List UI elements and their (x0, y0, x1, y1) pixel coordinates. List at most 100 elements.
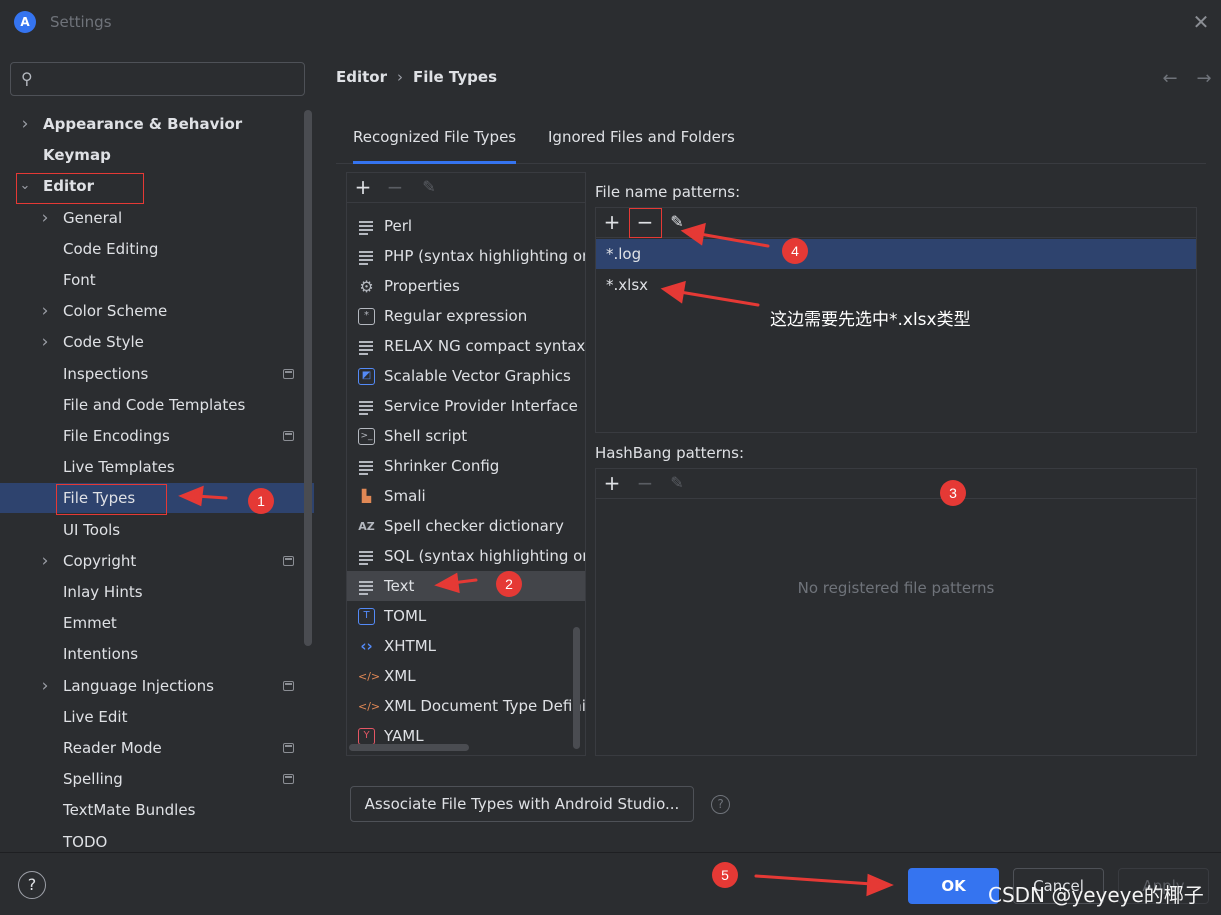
sidebar-item-spelling[interactable]: Spelling (0, 764, 314, 794)
file-type-row[interactable]: * Regular expression (347, 301, 585, 331)
add-pattern-button[interactable]: + (600, 210, 624, 234)
sidebar-item-label: Keymap (43, 146, 111, 165)
breadcrumb-parent[interactable]: Editor (336, 68, 387, 86)
remove-file-type-button[interactable]: − (383, 175, 407, 199)
annotation-badge-1: 1 (248, 488, 274, 514)
file-type-label: XML Document Type Definition (384, 697, 585, 715)
sidebar-item-inspections[interactable]: Inspections (0, 359, 314, 389)
chevron-right-icon[interactable]: › (38, 546, 52, 576)
sidebar-item-label: File and Code Templates (63, 395, 246, 414)
sidebar-item-emmet[interactable]: Emmet (0, 608, 314, 638)
sidebar-item-live-templates[interactable]: Live Templates (0, 452, 314, 482)
edit-pattern-button[interactable]: ✎ (665, 210, 689, 234)
sidebar-item-code-style[interactable]: › Code Style (0, 327, 314, 357)
hashbang-patterns-box: + − ✎ No registered file patterns (595, 468, 1197, 756)
sidebar-item-live-edit[interactable]: Live Edit (0, 702, 314, 732)
edit-hashbang-button[interactable]: ✎ (665, 471, 689, 495)
close-icon[interactable]: ✕ (1189, 10, 1213, 34)
add-file-type-button[interactable]: + (351, 175, 375, 199)
sidebar-item-language-injections[interactable]: › Language Injections (0, 671, 314, 701)
back-arrow-icon[interactable]: ← (1153, 68, 1187, 89)
sidebar-item-copyright[interactable]: › Copyright (0, 546, 314, 576)
pattern-row-log[interactable]: *.log (596, 239, 1196, 269)
file-type-label: TOML (384, 607, 427, 625)
chevron-right-icon[interactable]: › (38, 671, 52, 701)
file-type-label: PHP (syntax highlighting only) (384, 247, 585, 265)
chevron-right-icon[interactable]: › (18, 109, 32, 139)
pattern-row-xlsx[interactable]: *.xlsx (596, 270, 1196, 300)
sidebar-item-label: Language Injections (63, 676, 214, 695)
sidebar-item-label: Font (63, 271, 96, 289)
sidebar-item-ui-tools[interactable]: UI Tools (0, 515, 314, 545)
file-type-row[interactable]: PHP (syntax highlighting only) (347, 241, 585, 271)
file-type-row[interactable]: AZ Spell checker dictionary (347, 511, 585, 541)
file-type-row[interactable]: SQL (syntax highlighting only) (347, 541, 585, 571)
help-button[interactable]: ? (18, 871, 46, 899)
tab-bar: Recognized File Types Ignored Files and … (336, 116, 1206, 164)
sidebar-item-label: Code Style (63, 333, 144, 352)
file-type-label: Scalable Vector Graphics (384, 367, 571, 385)
sidebar-item-color-scheme[interactable]: › Color Scheme (0, 296, 314, 326)
forward-arrow-icon[interactable]: → (1187, 68, 1221, 89)
remove-hashbang-button[interactable]: − (633, 471, 657, 495)
annotation-badge-2: 2 (496, 571, 522, 597)
chevron-right-icon[interactable]: › (38, 203, 52, 233)
file-type-row[interactable]: >_ Shell script (347, 421, 585, 451)
project-settings-icon (283, 680, 294, 691)
sidebar-item-code-editing[interactable]: Code Editing (0, 234, 314, 264)
sidebar-item-intentions[interactable]: Intentions (0, 639, 314, 669)
file-type-row[interactable]: ‹› XHTML (347, 631, 585, 661)
gear-icon: ⚙ (359, 277, 374, 296)
file-types-vertical-scrollbar[interactable] (573, 627, 580, 749)
add-hashbang-button[interactable]: + (600, 471, 624, 495)
file-type-row[interactable]: T TOML (347, 601, 585, 631)
sidebar-item-general[interactable]: › General (0, 203, 314, 233)
sidebar-item-inlay-hints[interactable]: Inlay Hints (0, 577, 314, 607)
file-type-label: Perl (384, 217, 413, 235)
sidebar-item-file-encodings[interactable]: File Encodings (0, 421, 314, 451)
xml-icon: </> (358, 700, 381, 713)
project-settings-icon (283, 774, 294, 785)
chevron-right-icon[interactable]: › (38, 296, 52, 326)
file-type-row[interactable]: Text (347, 571, 585, 601)
file-type-row[interactable]: Perl (347, 211, 585, 241)
file-type-row[interactable]: ◩ Scalable Vector Graphics (347, 361, 585, 391)
android-studio-icon: A (14, 11, 36, 33)
annotation-badge-3: 3 (940, 480, 966, 506)
sidebar-item-reader-mode[interactable]: Reader Mode (0, 733, 314, 763)
search-input[interactable]: ⚲ (10, 62, 305, 96)
file-types-list: + − ✎ Perl PHP (syntax highlighting only)… (346, 172, 586, 756)
sidebar-item-textmate-bundles[interactable]: TextMate Bundles (0, 795, 314, 825)
image-icon: ◩ (358, 368, 375, 385)
hashbang-empty-text: No registered file patterns (797, 579, 995, 597)
az-icon: AZ (358, 520, 375, 533)
sidebar-item-appearance-behavior[interactable]: › Appearance & Behavior (0, 109, 314, 139)
sidebar-scrollbar[interactable] (304, 110, 312, 646)
file-type-label: Service Provider Interface (384, 397, 578, 415)
chevron-right-icon[interactable]: › (38, 327, 52, 357)
edit-file-type-button[interactable]: ✎ (417, 175, 441, 199)
file-types-horizontal-scrollbar[interactable] (349, 744, 469, 751)
help-icon[interactable]: ? (711, 795, 730, 814)
tab-recognized-file-types[interactable]: Recognized File Types (353, 128, 517, 164)
file-type-row[interactable]: </>XML Document Type Definition (347, 691, 585, 721)
highlight-remove-pattern (629, 208, 662, 238)
tab-ignored-files-and-folders[interactable]: Ignored Files and Folders (548, 128, 735, 164)
ok-button[interactable]: OK (908, 868, 999, 904)
sidebar-item-label: Inlay Hints (63, 583, 143, 601)
breadcrumb: Editor › File Types (336, 68, 497, 86)
associate-file-types-button[interactable]: Associate File Types with Android Studio… (350, 786, 694, 822)
sidebar-item-keymap[interactable]: Keymap (0, 140, 314, 170)
file-type-label: SQL (syntax highlighting only) (384, 547, 585, 565)
file-type-row[interactable]: </> XML (347, 661, 585, 691)
sidebar-item-file-and-code-templates[interactable]: File and Code Templates (0, 390, 314, 420)
file-type-row[interactable]: ⚙ Properties (347, 271, 585, 301)
file-type-row[interactable]: Service Provider Interface (347, 391, 585, 421)
project-settings-icon (283, 431, 294, 441)
highlight-editor (16, 173, 144, 204)
file-type-row[interactable]: RELAX NG compact syntax (347, 331, 585, 361)
file-type-row[interactable]: ▙ Smali (347, 481, 585, 511)
project-settings-icon (283, 368, 294, 379)
sidebar-item-font[interactable]: Font (0, 265, 314, 295)
file-type-row[interactable]: Shrinker Config (347, 451, 585, 481)
